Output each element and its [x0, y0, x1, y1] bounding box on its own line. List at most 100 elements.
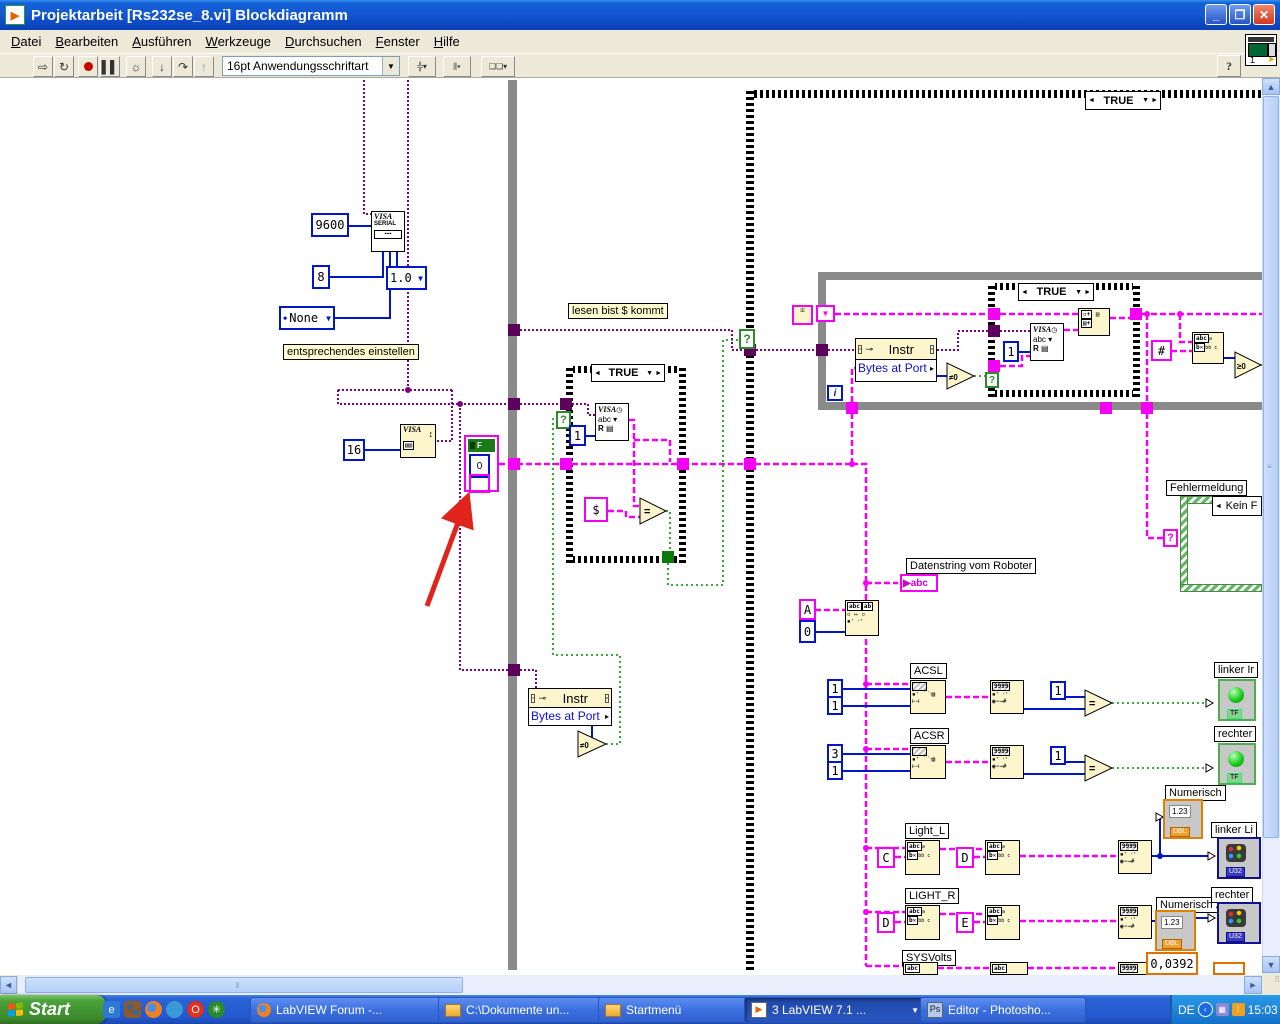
visa-read-node-2[interactable]: VISA◷ abc ▾ R ▤	[1030, 323, 1064, 361]
acsr-length-constant[interactable]: 1	[827, 761, 843, 780]
hint-label[interactable]: entsprechendes einstellen	[283, 344, 419, 360]
menu-hilfe[interactable]: Hilfe	[427, 31, 467, 52]
numeric-indicator-2[interactable]: 1.23 DBL	[1155, 910, 1196, 951]
match-pattern-node[interactable]: abc a b✕ bb c	[1192, 332, 1224, 364]
align-objects-button[interactable]: ╬▾	[408, 56, 436, 77]
datastring-label[interactable]: Datenstring vom Roboter	[906, 558, 1037, 574]
vscroll-down-button[interactable]: ▼	[1262, 956, 1280, 973]
acsl-compare-constant[interactable]: 1	[1050, 681, 1066, 700]
loop-iteration-terminal[interactable]: i	[827, 385, 843, 401]
decimal-string-to-number-node-2[interactable]: 9999 ▪⁺ ⸱⁺ ◉⋯→#	[990, 745, 1024, 779]
boolean-led-left[interactable]: TF	[1218, 679, 1256, 721]
case-prev-icon[interactable]: ◄	[594, 370, 601, 377]
match-pattern-light-l-2[interactable]: abc a b✕ bb c	[985, 840, 1020, 875]
security-shield-icon[interactable]: !	[1231, 1003, 1245, 1016]
acsr-compare-constant[interactable]: 1	[1050, 746, 1066, 765]
highlight-execution-button[interactable]: ☼	[126, 56, 146, 77]
task-startmenu[interactable]: Startmenü	[598, 997, 750, 1023]
menu-ausfuehren[interactable]: Ausführen	[125, 31, 198, 52]
task-photoshop[interactable]: Ps Editor - Photosho...	[920, 997, 1086, 1023]
case-dropdown-icon[interactable]: ▼	[646, 370, 653, 377]
network-tray-icon[interactable]: ▦	[1215, 1003, 1229, 1016]
error-label[interactable]: Fehlermeldung	[1166, 480, 1248, 496]
colorbox-right[interactable]: U32	[1217, 902, 1261, 944]
menu-datei[interactable]: Datei	[4, 31, 48, 52]
visa-close-node[interactable]: VISA ▥▥ ↕	[400, 424, 436, 458]
vi-icon[interactable]: 1 ➤	[1245, 34, 1277, 66]
case-prev-icon[interactable]: ◄	[1215, 503, 1222, 510]
case-next-icon[interactable]: ►	[1084, 289, 1091, 296]
dollar-string-constant[interactable]: $	[584, 497, 608, 522]
byte-count-constant-2[interactable]: 1	[1003, 341, 1019, 362]
clock[interactable]: 15:03	[1248, 1003, 1278, 1017]
quicklaunch-ie-icon[interactable]: e	[103, 1001, 120, 1018]
language-bar-icon[interactable]: ‹	[1197, 1002, 1213, 1017]
task-labview-group[interactable]: ▶ 3 LabVIEW 7.1 ... ▼	[744, 997, 926, 1023]
hscroll-right-button[interactable]: ►	[1244, 976, 1262, 994]
case-dropdown-icon[interactable]: ▼	[1142, 97, 1149, 104]
decimal-string-to-number-node-4[interactable]: 9999 ▪⁺ ⸱⁺ ◉⋯→#	[1118, 905, 1152, 939]
resize-grip[interactable]: ⠿	[1262, 975, 1280, 995]
decimal-string-to-number-node-3[interactable]: 9999 ▪⁺ ⸱⁺ ◉⋯→#	[1118, 840, 1152, 874]
error-case-selector[interactable]: ◄ Kein F	[1212, 496, 1262, 516]
string-indicator-terminal[interactable]: ▶abc	[900, 574, 938, 592]
case-next-icon[interactable]: ►	[1151, 97, 1158, 104]
visa-configure-serial-port[interactable]: VISA SERIAL ▪▪▪▪	[371, 211, 405, 252]
case-prev-icon[interactable]: ◄	[1088, 97, 1095, 104]
group-dropdown-icon[interactable]: ▼	[911, 1006, 919, 1015]
property-node-bytes-at-port[interactable]: ▫ ⊸ Instr ▫ Bytes at Port ▸	[855, 338, 937, 382]
minimize-button[interactable]: _	[1205, 4, 1227, 25]
step-out-button[interactable]: ↑	[194, 56, 214, 77]
font-selector[interactable]: 16pt Anwendungsschriftart ▼	[222, 56, 400, 76]
d-string-constant-2[interactable]: D	[877, 912, 895, 933]
e-string-constant[interactable]: E	[956, 912, 974, 933]
build-array-node[interactable]: ▼	[816, 305, 835, 322]
stop-bits-ring[interactable]: 1.0 ▼	[386, 266, 427, 290]
numeric-indicator-1[interactable]: 1.23 DBL	[1163, 799, 1203, 839]
case-dropdown-icon[interactable]: ▼	[1075, 289, 1082, 296]
quicklaunch-opera-icon[interactable]: O	[187, 1001, 204, 1018]
vscroll-thumb[interactable]: ≡	[1263, 96, 1279, 838]
match-pattern-light-r-1[interactable]: abc a b✕ bb c	[905, 905, 940, 940]
decimal-string-to-number-node[interactable]: 9999 ▪⁺ ⸱⁺ ◉⋯→#	[990, 680, 1024, 714]
read-loop-label[interactable]: lesen bist $ kommt	[568, 303, 668, 319]
vscroll-up-button[interactable]: ▲	[1262, 78, 1280, 95]
outer-case-selector[interactable]: ◄ TRUE ▼ ►	[1085, 91, 1161, 110]
color-right-label[interactable]: rechter	[1211, 887, 1254, 903]
acsl-length-constant[interactable]: 1	[827, 696, 843, 715]
data-bits-constant[interactable]: 8	[312, 265, 330, 289]
hscroll-thumb[interactable]: ⫴	[25, 977, 463, 993]
menu-fenster[interactable]: Fenster	[369, 31, 427, 52]
run-button[interactable]: ⇨	[33, 56, 53, 77]
byte-count-constant[interactable]: 1	[569, 425, 586, 446]
parity-ring[interactable]: ◆ None ▼	[279, 306, 335, 330]
match-pattern-light-r-2[interactable]: abc a b✕ bb c	[985, 905, 1020, 940]
ring-dropdown-icon[interactable]: ▼	[418, 274, 423, 283]
colorbox-left[interactable]: U32	[1217, 837, 1261, 879]
quicklaunch-icq-icon[interactable]: ✳	[208, 1001, 225, 1018]
menu-bearbeiten[interactable]: Bearbeiten	[48, 31, 125, 52]
d-string-constant[interactable]: D	[956, 847, 974, 868]
match-pattern-light-l-1[interactable]: abc a b✕ bb c	[905, 840, 940, 875]
task-dokumente[interactable]: C:\Dokumente un...	[438, 997, 604, 1023]
context-help-button[interactable]: ?	[1217, 55, 1241, 77]
acsl-label[interactable]: ACSL	[910, 663, 947, 679]
inner-case-selector-terminal[interactable]: ?	[985, 372, 999, 388]
zero-constant[interactable]: 0	[799, 620, 816, 643]
reorder-button[interactable]: ❏❏▾	[481, 56, 515, 77]
quicklaunch-browser-icon[interactable]	[166, 1001, 183, 1018]
match-pattern-sysvolts-2[interactable]: abc	[990, 962, 1028, 975]
hash-string-constant[interactable]: #	[1151, 340, 1172, 361]
a-string-constant[interactable]: A	[799, 599, 816, 620]
boolean-led-right[interactable]: TF	[1218, 743, 1256, 785]
restore-button[interactable]: ❐	[1229, 4, 1251, 25]
inner-case-selector[interactable]: ◄ TRUE ▼ ►	[1018, 283, 1094, 301]
match-pattern-sysvolts-1[interactable]: abc	[903, 962, 938, 975]
abort-button[interactable]	[78, 56, 98, 77]
font-selector-dropdown-icon[interactable]: ▼	[382, 57, 399, 75]
led-right-label[interactable]: rechter	[1214, 726, 1257, 742]
visa-read-node[interactable]: VISA◷ abc ▾ R ▤	[595, 403, 629, 441]
step-into-button[interactable]: ↓	[152, 56, 172, 77]
step-over-button[interactable]: ↷	[173, 56, 193, 77]
empty-string-array-constant[interactable]: ᎒᎒᎒	[792, 305, 813, 325]
